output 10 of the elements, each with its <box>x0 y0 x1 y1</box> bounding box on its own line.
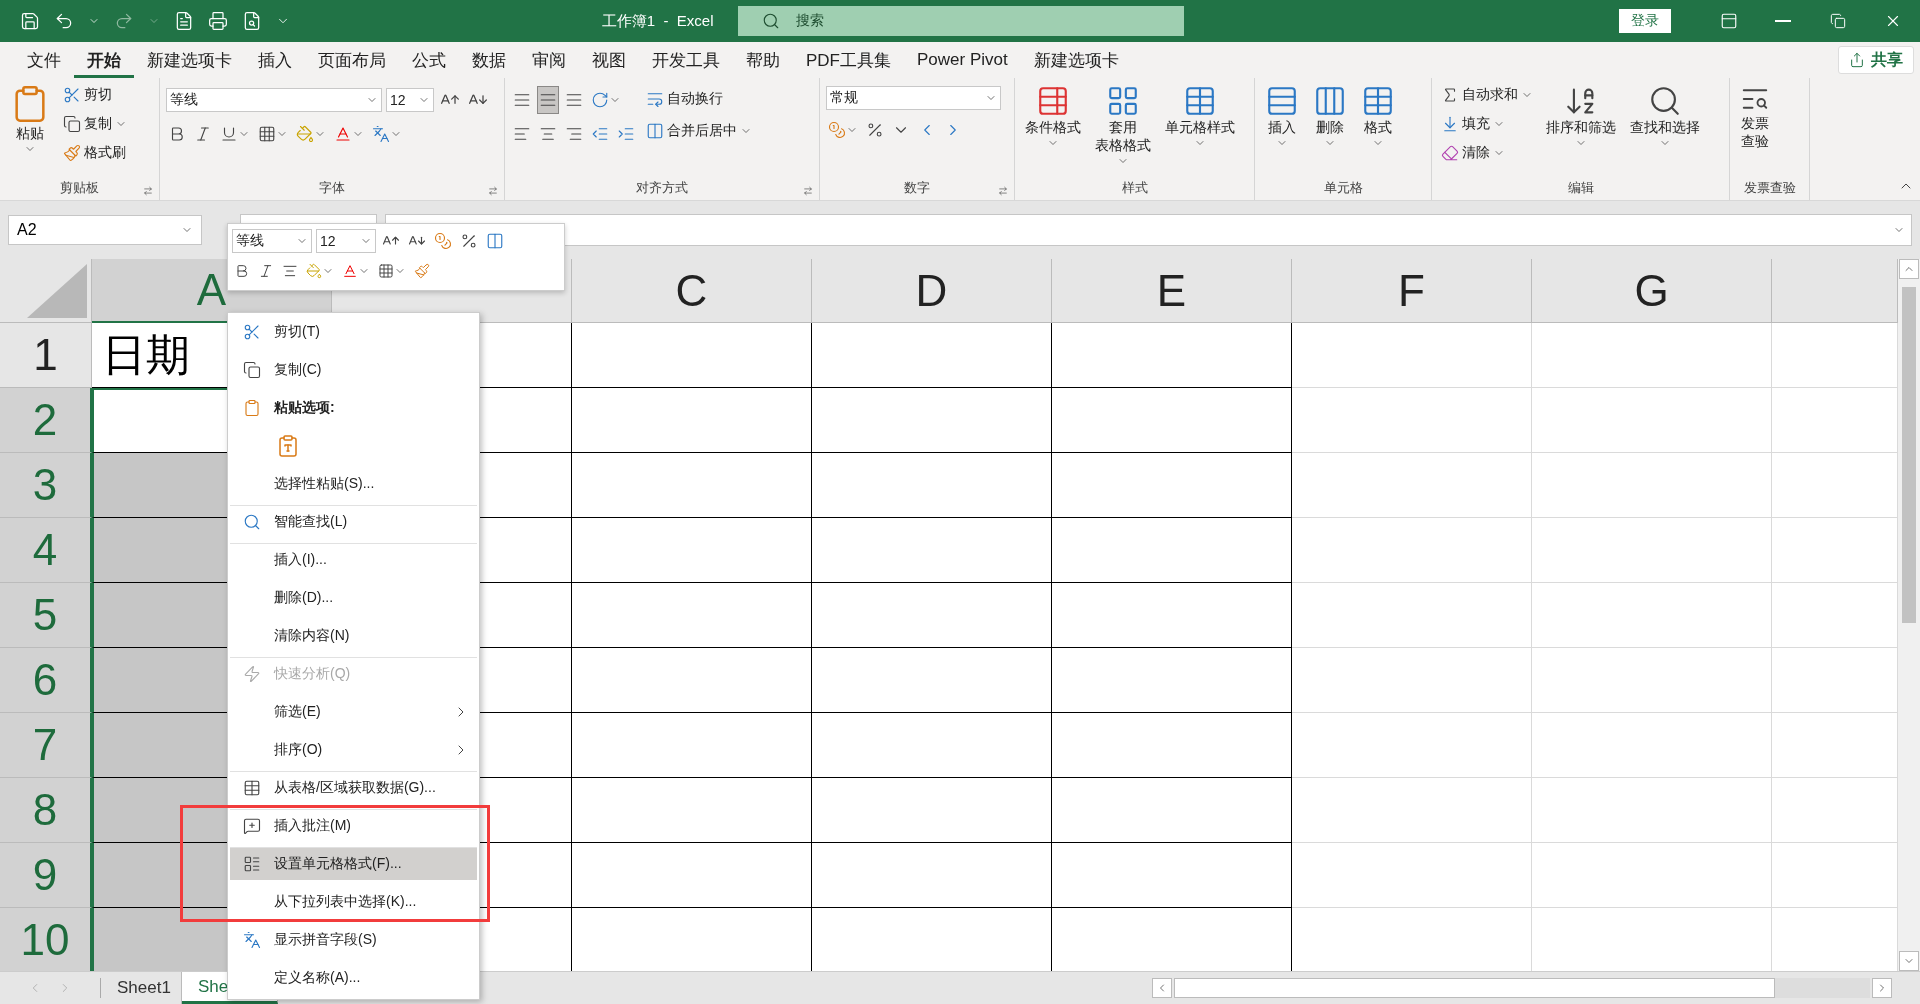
group-label: 发票查验 <box>1743 179 1796 197</box>
group-label: 数字 <box>904 179 930 197</box>
group-label: 剪贴板 <box>60 179 99 197</box>
group-label: 字体 <box>319 179 345 197</box>
group-label: 样式 <box>1121 179 1148 197</box>
group-label: 对齐方式 <box>636 179 688 197</box>
group-label: 单元格 <box>1323 179 1363 197</box>
menu-section-title: 粘贴选项: <box>274 399 335 417</box>
group-label: 编辑 <box>1567 179 1594 197</box>
window-title: 工作簿1 - Excel <box>601 11 715 31</box>
